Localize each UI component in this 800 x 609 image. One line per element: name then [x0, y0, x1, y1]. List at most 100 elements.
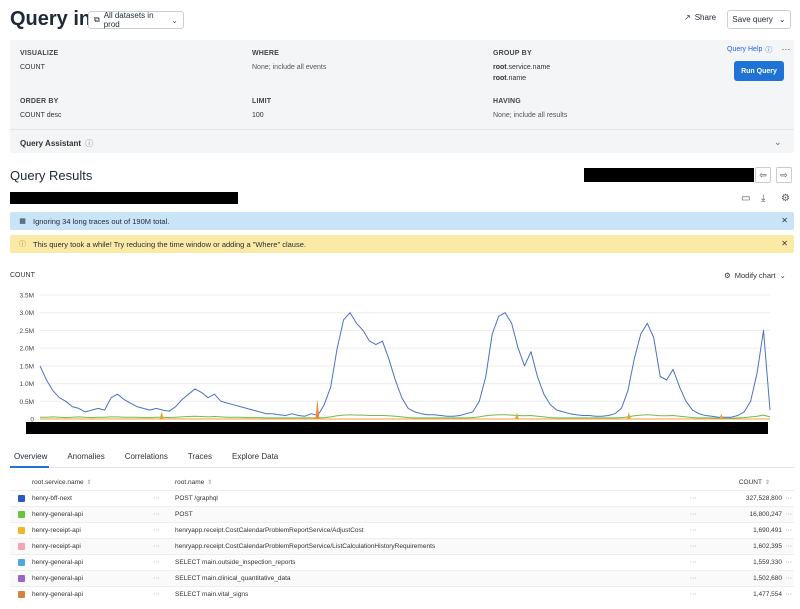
sort-icon: ⇕ [764, 480, 770, 486]
more-options-icon[interactable]: ⋯ [153, 590, 160, 598]
table-row[interactable]: henry-general-api ⋯ SELECT main.outside_in… [10, 554, 794, 570]
download-icon[interactable]: ⤓ [761, 193, 765, 204]
group-by-clause[interactable]: GROUP BY root.service.name root.name [493, 49, 550, 84]
more-options-icon[interactable]: ⋯ [153, 494, 160, 502]
more-options-icon[interactable]: ⋯ [153, 510, 160, 518]
more-options-icon[interactable]: ⋯ [690, 494, 697, 502]
more-options-icon[interactable]: ⋯ [786, 542, 793, 550]
order-by-clause[interactable]: ORDER BY COUNT desc [20, 97, 62, 121]
run-query-button[interactable]: Run Query [734, 61, 784, 81]
close-icon[interactable]: ✕ [781, 216, 788, 225]
more-options-icon[interactable]: ⋯ [786, 558, 793, 566]
more-options-icon[interactable]: ⋯ [153, 526, 160, 534]
tab-traces[interactable]: Traces [184, 449, 214, 468]
more-options-icon[interactable]: ⋯ [786, 574, 793, 582]
series-spike[interactable] [159, 411, 164, 419]
more-options-icon[interactable]: ⋯ [786, 494, 793, 502]
service-name-cell: henry-general-api [32, 511, 83, 518]
redacted-x-axis [26, 422, 768, 434]
more-options-icon[interactable]: ⋯ [786, 526, 793, 534]
close-icon[interactable]: ✕ [781, 239, 788, 248]
help-icon: ⓘ [85, 139, 94, 148]
more-options-icon[interactable]: ⋯ [690, 558, 697, 566]
table-row[interactable]: henry-receipt-api ⋯ henryapp.receipt.CostC… [10, 522, 794, 538]
table-row[interactable]: henry-receipt-api ⋯ henryapp.receipt.CostC… [10, 538, 794, 554]
having-value: None; include all results [493, 112, 568, 119]
more-options-icon[interactable]: ⋯ [153, 558, 160, 566]
more-options-icon[interactable]: ⋯ [690, 526, 697, 534]
save-query-label: Save query [732, 15, 773, 24]
count-cell: 1,602,395 [753, 543, 782, 550]
modify-chart-button[interactable]: ⚙ Modify chart ⌄ [724, 271, 786, 280]
sort-icon: ⇕ [207, 480, 213, 486]
more-options-icon[interactable]: ⋯ [786, 510, 793, 518]
redacted-time-range [584, 168, 754, 182]
series-color-swatch[interactable] [18, 527, 25, 534]
table-row[interactable]: henry-bff-next ⋯ POST /graphql ⋯ 327,528,800… [10, 490, 794, 506]
series-color-swatch[interactable] [18, 495, 25, 502]
group-by-value-2: root.name [493, 75, 527, 82]
datasets-icon: ⧉ [94, 15, 100, 24]
query-assistant-toggle[interactable]: Query Assistant ⓘ [20, 138, 93, 149]
series-spike[interactable] [626, 411, 631, 419]
service-name-cell: henry-bff-next [32, 495, 72, 502]
series-line[interactable] [40, 414, 771, 419]
having-label: HAVING [493, 98, 521, 105]
previous-range-icon[interactable]: ⇦ [755, 167, 771, 183]
more-options-icon[interactable]: ⋯ [690, 510, 697, 518]
visualize-value: COUNT [20, 64, 45, 71]
results-title: Query Results [10, 168, 93, 183]
column-header-name[interactable]: root.name ⇕ [175, 479, 212, 486]
tab-correlations[interactable]: Correlations [121, 449, 170, 468]
series-spike[interactable] [315, 399, 320, 419]
table-row[interactable]: henry-general-api ⋯ SELECT main.vital_sign… [10, 586, 794, 602]
service-name-cell: henry-general-api [32, 559, 83, 566]
dataset-label: All datasets in prod [103, 11, 154, 29]
more-options-icon[interactable]: ⋯ [786, 590, 793, 598]
chevron-down-icon: ⌄ [171, 15, 178, 25]
tab-anomalies[interactable]: Anomalies [63, 449, 106, 468]
more-options-icon[interactable]: ⋯ [690, 542, 697, 550]
chevron-down-icon[interactable]: ⌄ [774, 137, 782, 148]
share-button[interactable]: ↗ Share [684, 13, 716, 22]
order-by-value: COUNT desc [20, 112, 62, 119]
tab-overview[interactable]: Overview [10, 449, 50, 468]
series-color-swatch[interactable] [18, 559, 25, 566]
where-value: None; include all events [252, 64, 327, 71]
more-options-icon[interactable]: ⋯ [153, 574, 160, 582]
next-range-icon[interactable]: ⇨ [776, 167, 792, 183]
root-name-cell: henryapp.receipt.CostCalendarProblemRepo… [175, 527, 364, 534]
visualize-clause[interactable]: VISUALIZE COUNT [20, 49, 58, 73]
count-line-chart[interactable]: 3.5M3.0M2.5M2.0M1.5M1.0M0.5M0 [0, 285, 800, 435]
series-color-swatch[interactable] [18, 591, 25, 598]
limit-clause[interactable]: LIMIT 100 [252, 97, 271, 121]
more-options-icon[interactable]: ⋯ [153, 542, 160, 550]
where-clause[interactable]: WHERE None; include all events [252, 49, 326, 73]
tab-explore-data[interactable]: Explore Data [228, 449, 280, 468]
more-options-icon[interactable]: ⋯ [781, 44, 790, 55]
series-color-swatch[interactable] [18, 543, 25, 550]
more-options-icon[interactable]: ⋯ [690, 574, 697, 582]
share-icon: ↗ [684, 13, 691, 22]
limit-label: LIMIT [252, 98, 272, 105]
warning-banner-text: This query took a while! Try reducing th… [33, 239, 306, 249]
save-query-button[interactable]: Save query ⌄ [727, 10, 791, 29]
series-spike[interactable] [719, 413, 724, 419]
table-header: root.service.name ⇕ root.name ⇕ COUNT ⇕ [10, 476, 794, 490]
query-help-link[interactable]: Query Help ⓘ ⋯ [727, 44, 790, 55]
series-color-swatch[interactable] [18, 511, 25, 518]
column-header-service[interactable]: root.service.name ⇕ [32, 479, 92, 486]
comment-icon[interactable]: ▭ [741, 193, 750, 204]
info-banner: ▦ Ignoring 34 long traces out of 190M to… [10, 212, 794, 230]
table-row[interactable]: henry-general-api ⋯ SELECT main.clinical_q… [10, 570, 794, 586]
series-color-swatch[interactable] [18, 575, 25, 582]
count-cell: 1,559,330 [753, 559, 782, 566]
more-options-icon[interactable]: ⋯ [690, 590, 697, 598]
redacted-query-info [10, 192, 238, 204]
dataset-select[interactable]: ⧉ All datasets in prod ⌄ [88, 11, 184, 29]
root-name-cell: SELECT main.outside_inspection_reports [175, 559, 296, 566]
having-clause[interactable]: HAVING None; include all results [493, 97, 567, 121]
settings-icon[interactable]: ⚙ [781, 193, 790, 204]
column-header-count[interactable]: COUNT ⇕ [739, 479, 770, 486]
table-row[interactable]: henry-general-api ⋯ POST ⋯ 16,800,247 ⋯ [10, 506, 794, 522]
